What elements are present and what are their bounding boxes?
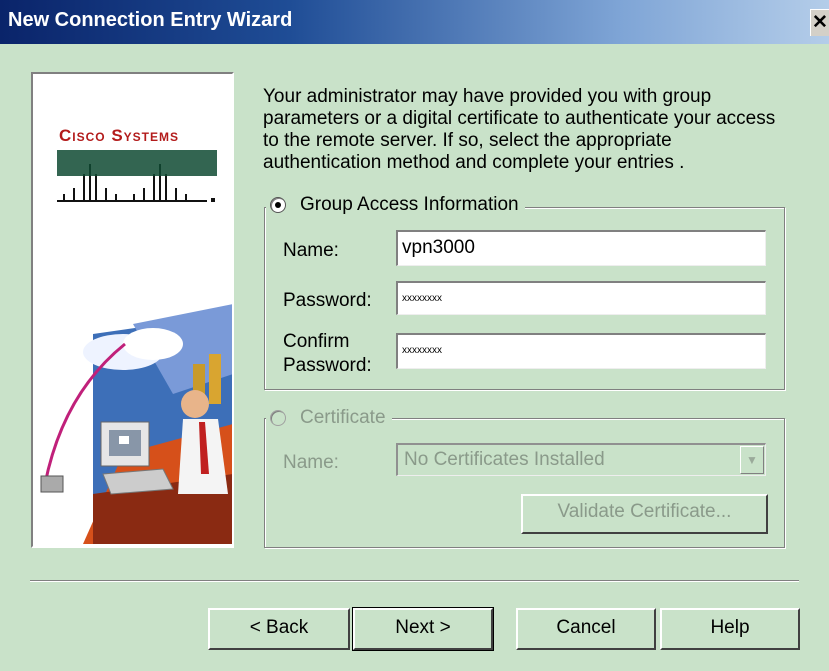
group-name-value: vpn3000 (402, 237, 475, 258)
title-bar: New Connection Entry Wizard ✕ (0, 0, 829, 44)
group-access-label: Group Access Information (300, 194, 519, 215)
validate-certificate-button[interactable]: Validate Certificate... (521, 494, 768, 534)
help-button[interactable]: Help (660, 608, 800, 650)
cisco-bridge-logo (40, 150, 232, 544)
confirm-password-value: xxxxxxxx (402, 345, 442, 356)
certificate-name-label: Name: (283, 452, 339, 473)
group-name-input[interactable]: vpn3000 (396, 230, 766, 266)
group-access-radio[interactable]: Group Access Information (266, 194, 525, 216)
radio-icon (270, 197, 286, 213)
radio-icon (270, 410, 286, 426)
wizard-image-panel: Cisco Systems (31, 72, 234, 548)
confirm-password-label-line1: Confirm (283, 331, 350, 352)
certificate-radio[interactable]: Certificate (266, 407, 392, 429)
close-button[interactable]: ✕ (810, 9, 829, 36)
dropdown-arrow-icon: ▼ (740, 446, 764, 474)
close-icon: ✕ (812, 12, 828, 33)
intro-text: Your administrator may have provided you… (263, 86, 776, 173)
cancel-button[interactable]: Cancel (516, 608, 656, 650)
confirm-password-input[interactable]: xxxxxxxx (396, 333, 766, 369)
next-button[interactable]: Next > (352, 607, 494, 651)
confirm-password-label-line2: Password: (283, 355, 372, 376)
certificate-select-value: No Certificates Installed (404, 449, 605, 470)
window-title: New Connection Entry Wizard (8, 9, 293, 31)
password-input[interactable]: xxxxxxxx (396, 281, 766, 315)
group-name-label: Name: (283, 240, 339, 261)
back-button[interactable]: < Back (208, 608, 350, 650)
certificate-label: Certificate (300, 407, 386, 428)
password-value: xxxxxxxx (402, 293, 442, 304)
footer-separator (30, 580, 799, 582)
certificate-select[interactable]: No Certificates Installed ▼ (396, 443, 766, 476)
password-label: Password: (283, 290, 372, 311)
